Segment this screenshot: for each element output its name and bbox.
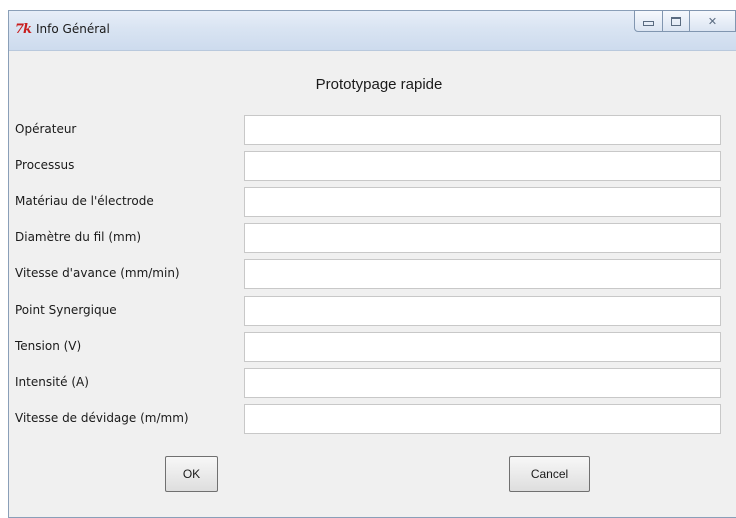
window-title: Info Général bbox=[36, 22, 110, 36]
maximize-icon bbox=[671, 16, 681, 26]
processus-input[interactable] bbox=[244, 151, 721, 181]
ok-button[interactable]: OK bbox=[165, 456, 218, 492]
form-heading: Prototypage rapide bbox=[315, 76, 443, 93]
field-label: Vitesse d'avance (mm/min) bbox=[15, 266, 180, 280]
point-synergique-input[interactable] bbox=[244, 296, 721, 326]
field-label: Vitesse de dévidage (m/mm) bbox=[15, 411, 189, 425]
cancel-button[interactable]: Cancel bbox=[509, 456, 590, 492]
materiau-electrode-input[interactable] bbox=[244, 187, 721, 217]
field-label: Intensité (A) bbox=[15, 375, 89, 389]
vitesse-devidage-input[interactable] bbox=[244, 404, 721, 434]
maximize-button[interactable] bbox=[663, 10, 690, 32]
minimize-button[interactable] bbox=[634, 10, 663, 32]
field-label: Tension (V) bbox=[15, 339, 82, 353]
tk-feather-icon: 7k bbox=[15, 22, 32, 37]
field-row-materiau: Matériau de l'électrode bbox=[9, 184, 736, 220]
dialog-body: Prototypage rapide Opérateur Processus M… bbox=[9, 51, 736, 517]
tension-input[interactable] bbox=[244, 332, 721, 362]
field-label: Point Synergique bbox=[15, 303, 117, 317]
field-row-processus: Processus bbox=[9, 148, 736, 184]
field-label: Matériau de l'électrode bbox=[15, 194, 154, 208]
diametre-fil-input[interactable] bbox=[244, 223, 721, 253]
intensite-input[interactable] bbox=[244, 368, 721, 398]
dialog-window: 7k Info Général ✕ Prototypage rapide Opé… bbox=[8, 10, 736, 518]
close-icon: ✕ bbox=[707, 14, 718, 28]
field-row-vitesse-devidage: Vitesse de dévidage (m/mm) bbox=[9, 401, 736, 437]
minimize-icon bbox=[643, 20, 654, 26]
field-label: Opérateur bbox=[15, 122, 77, 136]
field-row-operateur: Opérateur bbox=[9, 112, 736, 148]
operateur-input[interactable] bbox=[244, 115, 721, 145]
title-bar[interactable]: 7k Info Général ✕ bbox=[9, 10, 736, 51]
field-row-diametre: Diamètre du fil (mm) bbox=[9, 220, 736, 256]
field-row-vitesse-avance: Vitesse d'avance (mm/min) bbox=[9, 256, 736, 292]
caption-buttons: ✕ bbox=[634, 10, 736, 32]
field-label: Processus bbox=[15, 158, 75, 172]
field-label: Diamètre du fil (mm) bbox=[15, 230, 142, 244]
field-row-point-synergique: Point Synergique bbox=[9, 293, 736, 329]
vitesse-avance-input[interactable] bbox=[244, 259, 721, 289]
close-button[interactable]: ✕ bbox=[690, 10, 736, 32]
field-row-intensite: Intensité (A) bbox=[9, 365, 736, 401]
field-row-tension: Tension (V) bbox=[9, 329, 736, 365]
